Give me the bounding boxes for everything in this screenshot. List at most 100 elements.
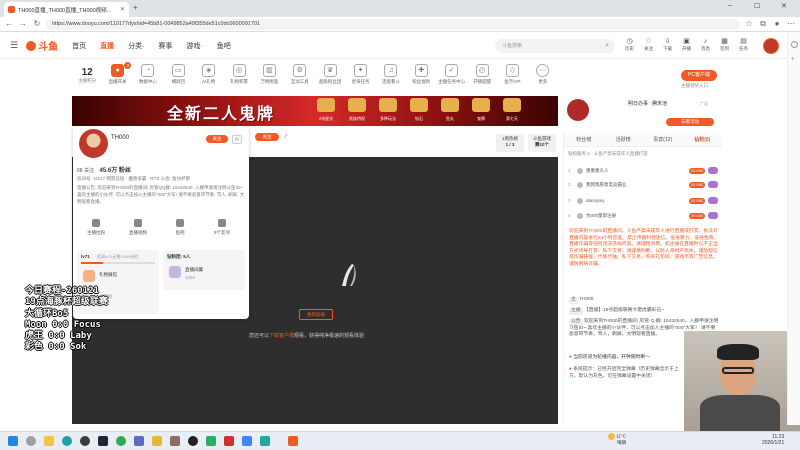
tab-diamond-fans[interactable]: 钻粉(5) [683, 133, 723, 146]
sidebar-search-icon[interactable] [790, 41, 798, 48]
tool-fan-welfare[interactable]: ✚ 粉丝福利 [406, 62, 436, 85]
maximize-icon[interactable]: ☐ [754, 2, 760, 10]
taskbar-folder2-icon[interactable] [242, 436, 252, 446]
action-fishbar[interactable]: 鱼吧 [161, 219, 199, 236]
tab-fans-rank[interactable]: 粉丝榜 [564, 133, 604, 146]
event-banner[interactable]: 全新二人鬼牌 2块星光 贵族特权 多种玩法 钻石 鱼丸 鬼牌 第七天 [72, 96, 558, 126]
pc-client-button[interactable]: PC客户端 [681, 70, 717, 81]
tool-vip[interactable]: ◇ 鱼币VIP [497, 62, 527, 85]
tool-interact[interactable]: ⚙ 互动工具 [285, 62, 315, 85]
action-pull-fans[interactable]: 主播拉粉 [77, 219, 115, 236]
hamburger-menu-icon[interactable]: ☰ [10, 40, 18, 51]
minimize-icon[interactable]: – [728, 2, 732, 9]
gift-accumulate-icon: ◎ [232, 64, 246, 77]
tool-data-center[interactable]: ◔ 数据中心 [133, 62, 163, 85]
douyu-logo[interactable]: 斗鱼 [26, 38, 58, 53]
search-input[interactable]: 斗鱼搜索 ⌕ [495, 39, 615, 53]
rank-row[interactable]: 4 为000量即注册 20 000 [568, 210, 718, 221]
url-input[interactable]: https://www.douyu.com/110177dyshid=45b81… [46, 18, 740, 30]
weather-widget[interactable]: 11°C 晴朗 [608, 433, 648, 446]
nav-events[interactable]: 赛事 [158, 41, 172, 51]
tab-vip[interactable]: 贵宾(12) [643, 133, 683, 146]
rank-row[interactable]: 3 dannyary 20 000 [568, 195, 718, 206]
search-icon[interactable]: ⌕ [605, 39, 609, 53]
diamond-fans-box[interactable]: 钻粉团: 5人 直播间藏 4256 [163, 250, 245, 290]
nav-home[interactable]: 首页 [72, 41, 86, 51]
tool-super-fans[interactable]: ♛ 超级粉丝团 [315, 62, 345, 85]
tab-active-rank[interactable]: 活跃榜 [604, 133, 644, 146]
fan-level-sub: 距离lv72还需4,800经验 [97, 254, 139, 259]
action-friends[interactable]: 9个友邻 [203, 219, 241, 236]
taskbar-obs-icon[interactable] [188, 436, 198, 446]
tab-close-icon[interactable]: ✕ [120, 6, 125, 13]
reload-player-button[interactable]: 重新加载 [299, 309, 333, 320]
level-box[interactable]: 12 主播积分 [72, 62, 102, 84]
reload-icon[interactable]: ↻ [32, 19, 42, 29]
favorite-star-icon[interactable]: ☆ [744, 19, 754, 29]
download-client-link[interactable]: 下载客户端 [269, 333, 294, 339]
streamer-avatar[interactable] [79, 129, 108, 158]
tool-live-toggle[interactable]: ● 直播开关 2 [102, 62, 132, 85]
tool-gift-accumulate[interactable]: ◎ 礼物积累 [224, 62, 254, 85]
download-button[interactable]: ⇩ 下载 [660, 37, 675, 52]
tool-alarm[interactable]: ◴ 开播提醒 [467, 62, 497, 85]
live-toggle-icon: ● [111, 64, 125, 77]
rank-row[interactable]: 2 我我我愿意电竞霸业 20 000 [568, 179, 718, 190]
start-live-button[interactable]: ▣ 开播 [679, 37, 694, 52]
nav-games[interactable]: 游戏· [186, 41, 202, 51]
sidebar-add-icon[interactable]: + [791, 56, 798, 63]
taskbar-media-icon[interactable] [152, 436, 162, 446]
taskbar-tool-icon[interactable] [170, 436, 180, 446]
profile-icon[interactable]: ● [772, 19, 782, 29]
action-videos[interactable]: 直播视频 [119, 219, 157, 236]
share-icon[interactable]: ↗ [283, 133, 288, 140]
rank-row[interactable]: 1 墨墨墨头人 20 000 [568, 165, 718, 176]
checkin-button[interactable]: ▦ 签到 [717, 37, 732, 52]
game-rank-badge[interactable]: 斗鱼游戏 赛10个 [528, 134, 556, 152]
client-award-label[interactable]: 主播领奖入口 [681, 83, 741, 89]
taskbar-edge-icon[interactable] [62, 436, 72, 446]
taskbar-clock[interactable]: 11:23 2026/1/21 [762, 434, 784, 446]
window-close-icon[interactable]: ✕ [781, 2, 787, 10]
new-tab-icon[interactable]: + [133, 3, 138, 12]
hot-rank-badge[interactable]: 1周热榜 1 / 3 [496, 134, 524, 152]
taskbar-wechat-icon[interactable] [206, 436, 216, 446]
taskbar-arrow-icon[interactable] [260, 436, 270, 446]
tool-more[interactable]: ⋯ 更多 [528, 62, 558, 85]
taskbar-app-icon[interactable] [80, 436, 90, 446]
tool-task-center[interactable]: ✓ 主播任务中心 [437, 62, 467, 85]
message-icon[interactable]: ✉ [232, 135, 242, 144]
promo-tag: 广告 [700, 101, 708, 106]
taskbar-douyu-icon[interactable] [288, 436, 298, 446]
taskbar-ai-icon[interactable] [224, 436, 234, 446]
card-follow-button[interactable]: 关注 [206, 135, 228, 143]
promo-button[interactable]: 去看活动 [666, 118, 714, 126]
forward-icon[interactable]: → [18, 19, 28, 29]
taskbar-chrome-icon[interactable] [116, 436, 126, 446]
tool-tiktok[interactable]: ♫ 还能看斗 [376, 62, 406, 85]
banner-title: 全新二人鬼牌 [167, 106, 276, 123]
nav-category[interactable]: 分类· [128, 41, 144, 51]
user-avatar[interactable] [763, 38, 779, 54]
taskbar-steam-icon[interactable] [98, 436, 108, 446]
tool-ai-gift[interactable]: ◈ AI礼物 [194, 62, 224, 85]
schedule-line-2: 19点海豚杯超级联赛 [25, 297, 108, 308]
taskbar-game-icon[interactable] [134, 436, 144, 446]
windows-start-icon[interactable] [8, 436, 18, 446]
player-follow-button[interactable]: 关注 [255, 133, 279, 141]
follow-list-button[interactable]: ♡ 关注 [641, 37, 656, 52]
extensions-icon[interactable]: ⧉ [758, 19, 768, 29]
menu-dots-icon[interactable]: ⋯ [786, 19, 796, 29]
taskbar-folder-icon[interactable] [44, 436, 54, 446]
nav-live[interactable]: 直播 [100, 41, 114, 51]
browser-tab[interactable]: TH000直播_TH000直播_TH000视频... ✕ [4, 2, 129, 17]
history-button[interactable]: ◷ 历史 [622, 37, 637, 52]
tool-catalog[interactable]: ▥ 万物图鉴 [254, 62, 284, 85]
back-icon[interactable]: ← [4, 19, 14, 29]
taskbar-search-icon[interactable] [26, 436, 36, 446]
nav-fishbar[interactable]: 鱼吧 [217, 41, 231, 51]
tasks-button[interactable]: ▤ 任务 [736, 37, 751, 52]
tool-star-task[interactable]: ✦ 星海任务 [345, 62, 375, 85]
messages-button[interactable]: ♪ 消息 [698, 37, 713, 52]
tool-landscape[interactable]: ▭ 横屏回 [163, 62, 193, 85]
